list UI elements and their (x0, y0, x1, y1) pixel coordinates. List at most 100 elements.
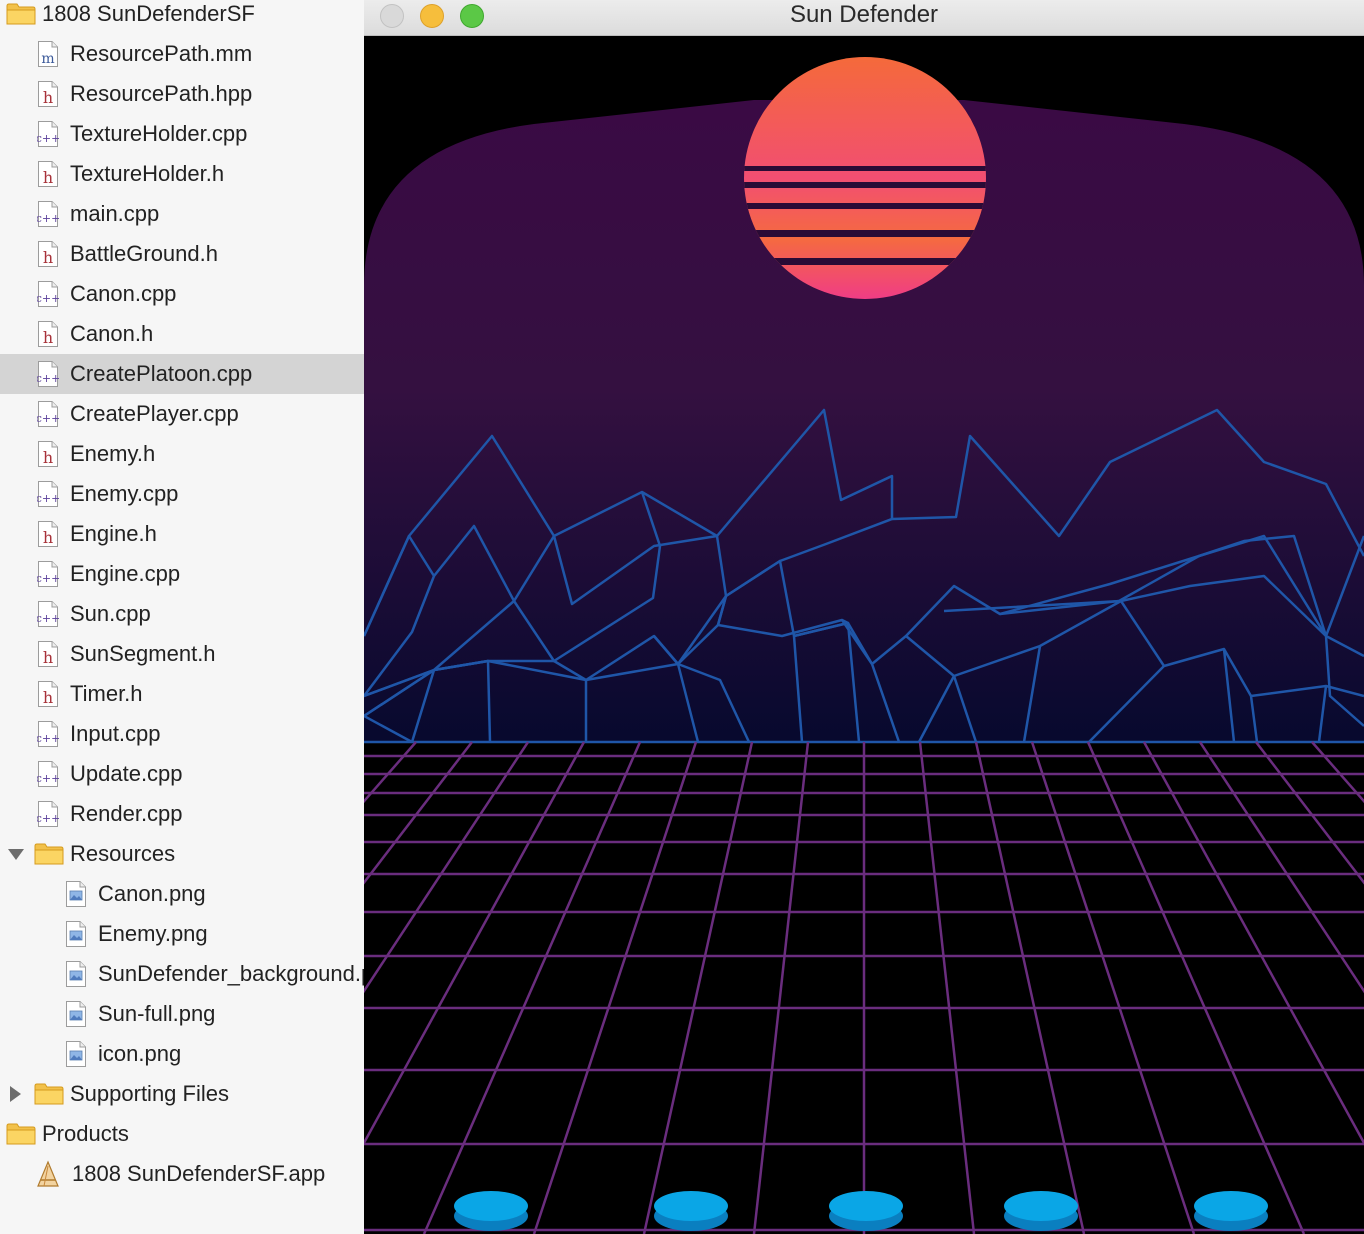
file-label: TextureHolder.cpp (70, 121, 248, 146)
file-label: Engine.cpp (70, 561, 181, 586)
cpp-file-icon: c++ (37, 761, 59, 787)
selected-file-item[interactable]: c++ CreatePlatoon.cpp (0, 354, 364, 394)
file-label: SunSegment.h (70, 641, 216, 666)
cannon (1194, 1191, 1268, 1221)
image-file-icon (66, 881, 86, 907)
folder-icon (34, 1083, 64, 1105)
file-item[interactable]: c++ Sun.cpp (0, 594, 364, 634)
file-item[interactable]: h Enemy.h (0, 434, 364, 474)
product-app-item[interactable]: 1808 SunDefenderSF.app (0, 1154, 364, 1194)
grid-floor (364, 741, 1364, 1234)
file-item[interactable]: c++ main.cpp (0, 194, 364, 234)
file-item[interactable]: c++ Enemy.cpp (0, 474, 364, 514)
svg-text:c++: c++ (37, 212, 59, 225)
file-label: 1808 SunDefenderSF (42, 1, 255, 26)
svg-text:h: h (43, 648, 53, 667)
header-file-icon: h (38, 521, 58, 547)
cpp-file-icon: c++ (37, 121, 59, 147)
sun-stripe (744, 230, 986, 237)
resource-item[interactable]: Enemy.png (0, 914, 364, 954)
app-icon (37, 1160, 59, 1187)
file-item[interactable]: h BattleGround.h (0, 234, 364, 274)
cpp-file-icon: c++ (37, 601, 59, 627)
cannon (1004, 1191, 1078, 1221)
svg-text:h: h (43, 688, 53, 707)
file-item[interactable]: h SunSegment.h (0, 634, 364, 674)
cannon (654, 1191, 728, 1221)
file-label: Sun.cpp (70, 601, 151, 626)
window-titlebar[interactable]: Sun Defender (364, 0, 1364, 36)
svg-text:h: h (43, 168, 53, 187)
file-item[interactable]: c++ Canon.cpp (0, 274, 364, 314)
file-item[interactable]: c++ TextureHolder.cpp (0, 114, 364, 154)
svg-text:c++: c++ (37, 132, 59, 145)
cpp-file-icon: c++ (37, 281, 59, 307)
file-label: Canon.h (70, 321, 154, 346)
file-label: Enemy.png (98, 921, 208, 946)
header-file-icon: h (38, 321, 58, 347)
svg-text:c++: c++ (37, 732, 59, 745)
file-label: main.cpp (70, 201, 160, 226)
cpp-file-icon: c++ (37, 361, 59, 387)
project-navigator: 1808 SunDefenderSF m ResourcePath.mm h Resou… (0, 0, 364, 1234)
file-item[interactable]: h Engine.h (0, 514, 364, 554)
file-label: Render.cpp (70, 801, 183, 826)
file-label: ResourcePath.hpp (70, 81, 253, 106)
file-item[interactable]: c++ Update.cpp (0, 754, 364, 794)
file-label: Timer.h (70, 681, 143, 706)
project-group[interactable]: 1808 SunDefenderSF (0, 0, 364, 34)
svg-text:h: h (43, 248, 53, 267)
disclosure-closed-icon[interactable] (10, 1086, 21, 1102)
sun-stripe (744, 203, 986, 209)
svg-text:c++: c++ (37, 612, 59, 625)
resources-group[interactable]: Resources (0, 834, 364, 874)
file-item[interactable]: c++ Engine.cpp (0, 554, 364, 594)
window-title: Sun Defender (789, 1, 939, 28)
image-file-icon (66, 1041, 86, 1067)
cannon (454, 1191, 528, 1221)
file-label: CreatePlayer.cpp (70, 401, 239, 426)
file-item[interactable]: h Timer.h (0, 674, 364, 714)
objc-file-icon: m (38, 41, 58, 67)
resource-item[interactable]: Canon.png (0, 874, 364, 914)
game-window: Sun Defender (364, 0, 1364, 1234)
cpp-file-icon: c++ (37, 201, 59, 227)
cannon (829, 1191, 903, 1221)
resource-item[interactable]: icon.png (0, 1034, 364, 1074)
header-file-icon: h (38, 241, 58, 267)
svg-text:m: m (41, 51, 54, 67)
file-item[interactable]: c++ CreatePlayer.cpp (0, 394, 364, 434)
file-item[interactable]: m ResourcePath.mm (0, 34, 364, 74)
file-item[interactable]: h Canon.h (0, 314, 364, 354)
svg-text:c++: c++ (37, 292, 59, 305)
svg-text:c++: c++ (37, 812, 59, 825)
resource-item[interactable]: SunDefender_background.png (0, 954, 364, 994)
svg-text:h: h (43, 528, 53, 547)
file-label: Update.cpp (70, 761, 183, 786)
file-item[interactable]: h TextureHolder.h (0, 154, 364, 194)
header-file-icon: h (38, 81, 58, 107)
sun-stripe (744, 166, 986, 171)
svg-text:c++: c++ (37, 772, 59, 785)
image-file-icon (66, 921, 86, 947)
game-canvas[interactable] (364, 36, 1364, 1234)
file-item[interactable]: c++ Input.cpp (0, 714, 364, 754)
resource-item[interactable]: Sun-full.png (0, 994, 364, 1034)
file-label: Canon.cpp (70, 281, 177, 306)
file-label: Input.cpp (70, 721, 161, 746)
products-group[interactable]: Products (0, 1114, 364, 1154)
supporting-files-group[interactable]: Supporting Files (0, 1074, 364, 1114)
file-item[interactable]: h ResourcePath.hpp (0, 74, 364, 114)
svg-text:h: h (43, 328, 53, 347)
image-file-icon (66, 1001, 86, 1027)
disclosure-open-icon[interactable] (8, 849, 24, 860)
file-label: Canon.png (98, 881, 206, 906)
file-item[interactable]: c++ Render.cpp (0, 794, 364, 834)
file-label: BattleGround.h (70, 241, 218, 266)
sun-stripe (744, 182, 986, 188)
file-label: Engine.h (70, 521, 157, 546)
file-label: icon.png (98, 1041, 182, 1066)
file-label: CreatePlatoon.cpp (70, 361, 253, 386)
file-label: 1808 SunDefenderSF.app (72, 1161, 326, 1186)
image-file-icon (66, 961, 86, 987)
